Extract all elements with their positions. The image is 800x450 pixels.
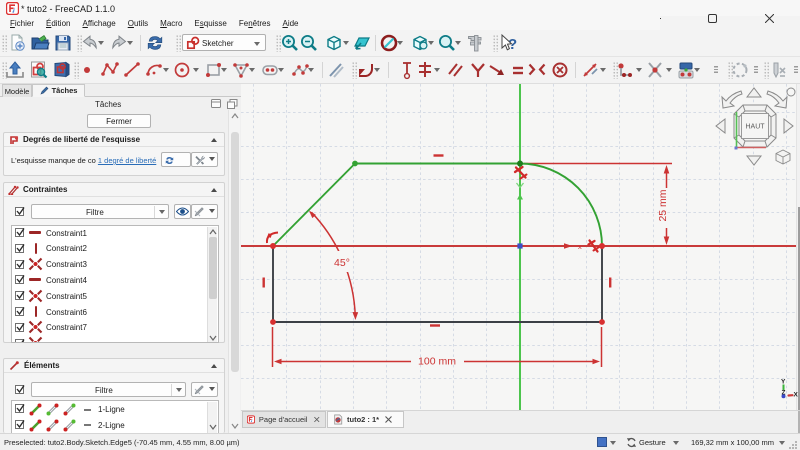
svg-text:100 mm: 100 mm	[418, 356, 456, 368]
svg-text:HAUT: HAUT	[745, 124, 765, 131]
svg-text:Y: Y	[781, 379, 786, 386]
svg-text:45°: 45°	[334, 257, 350, 269]
svg-text:X: X	[794, 392, 799, 399]
svg-text:25 mm: 25 mm	[657, 189, 669, 221]
svg-text:x: x	[578, 242, 582, 251]
